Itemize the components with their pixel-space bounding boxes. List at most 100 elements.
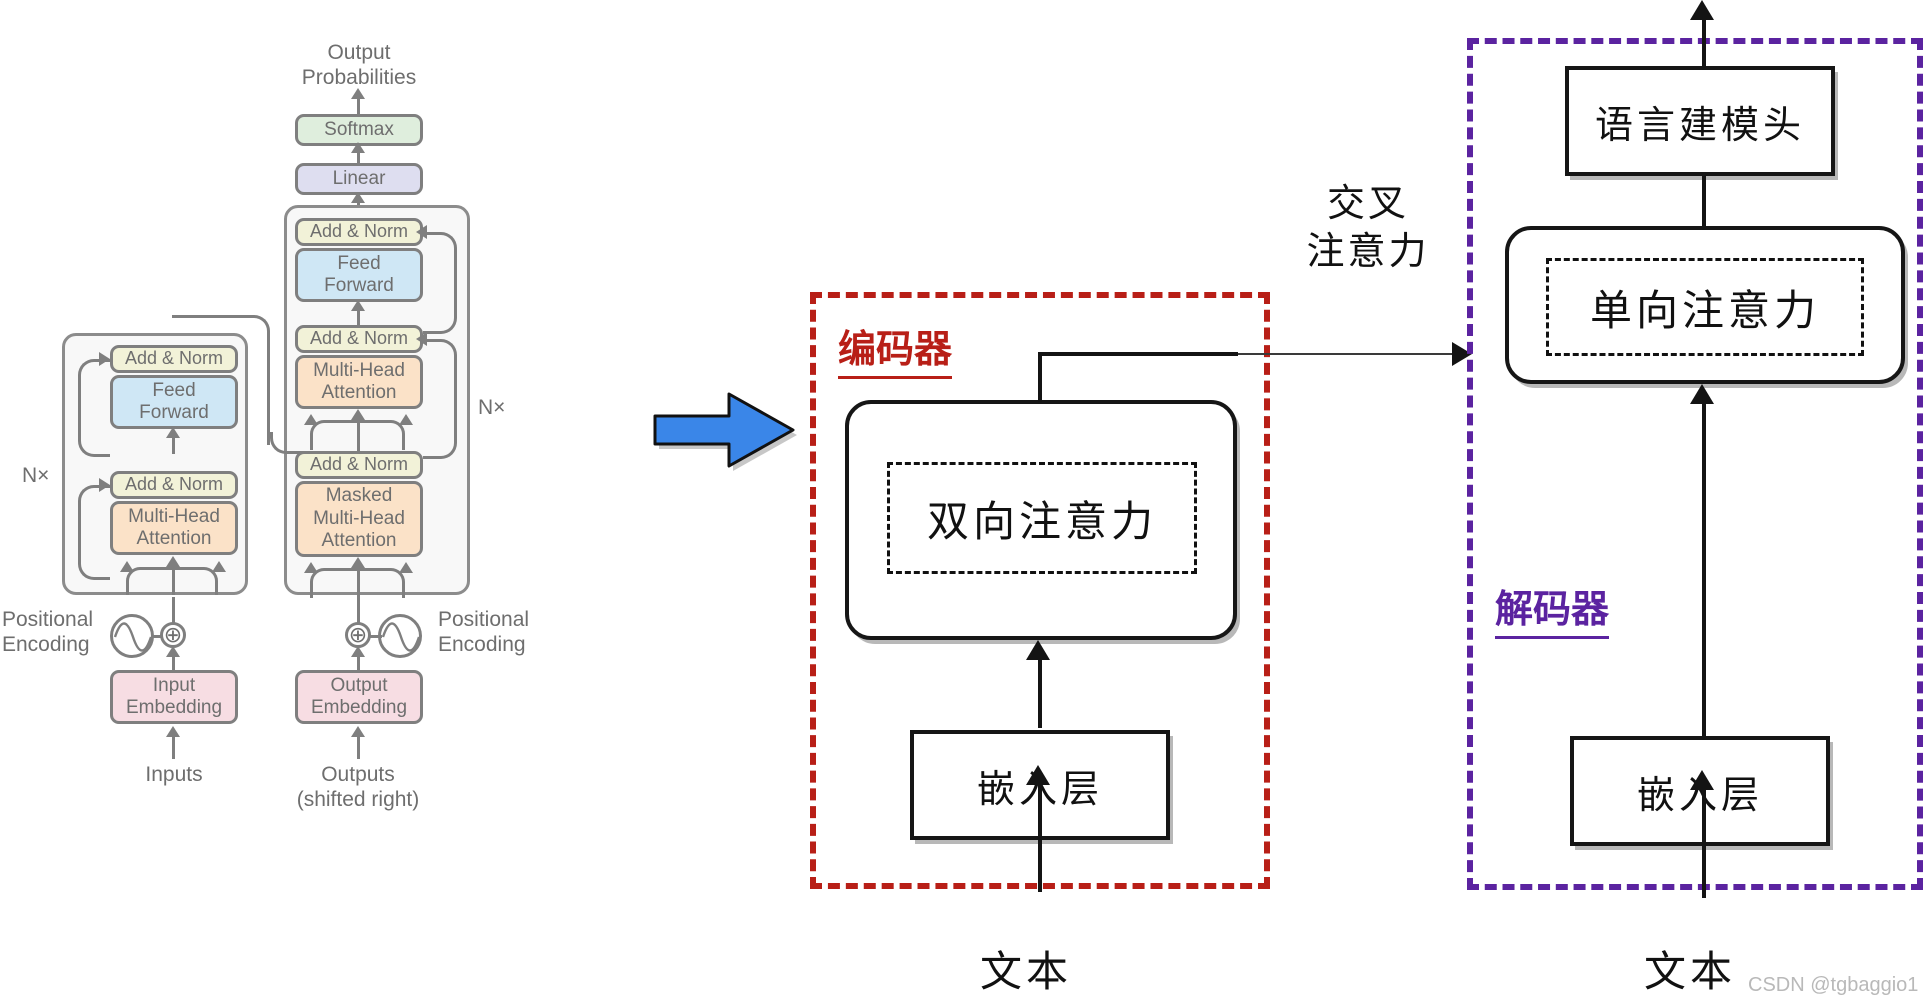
decoder-residual-bottom — [423, 339, 457, 459]
decoder-multi-head-attention: Multi-Head Attention — [295, 355, 423, 409]
encoder-to-decoder-crosslink — [172, 315, 270, 445]
positional-encoding-left-label: Positional Encoding — [2, 607, 112, 657]
output-emb-line2: Embedding — [310, 697, 408, 718]
encoder-region-title: 编码器 — [838, 318, 953, 379]
encoder-mha-arrow-center — [166, 556, 180, 567]
linear-box: Linear — [295, 163, 423, 195]
decoder-add-norm-mid-label: Add & Norm — [309, 328, 409, 349]
decoder-masked-arrow-left — [304, 562, 318, 573]
decoder-residual-bottom-arrow — [416, 332, 427, 346]
decoder-lmhead-out-arrow — [1690, 0, 1714, 20]
csdn-watermark-text: CSDN @tgbaggio1 — [1748, 974, 1919, 996]
decoder-embedding-block: 嵌入层 — [1570, 736, 1830, 846]
decoder-masked-input-right-path — [357, 568, 405, 598]
decoder-lm-head-block: 语言建模头 — [1565, 66, 1835, 176]
decoder-title-underline — [1495, 636, 1610, 639]
encoder-mha-arrow-right — [212, 561, 226, 572]
encoder-emb-to-attn-arrow — [1026, 640, 1050, 660]
decoder-emb-to-attn-line — [1702, 404, 1706, 736]
decoder-masked-attention: Masked Multi-Head Attention — [295, 481, 423, 557]
plus-glyph-left: ⊕ — [163, 622, 183, 647]
pe-left-up — [172, 597, 175, 623]
decoder-masked-line1: Masked — [325, 485, 393, 507]
encoder-title-underline — [838, 376, 953, 379]
decoder-ff-line2: Forward — [324, 275, 394, 296]
pe-left-line2: Encoding — [2, 633, 90, 657]
decoder-mha-arrow-left — [304, 414, 318, 425]
encoder-input-text-label: 文本 — [980, 938, 1072, 999]
cross-attention-line2: 注意力 — [1306, 228, 1430, 273]
encoder-region-title-text: 编码器 — [838, 327, 953, 371]
decoder-residual-top-arrow — [416, 225, 427, 239]
positional-encoding-right-label: Positional Encoding — [438, 607, 558, 657]
decoder-feed-forward: Feed Forward — [295, 248, 423, 302]
pe-right-up — [357, 597, 360, 623]
diagram-canvas: Output Probabilities Softmax Linear Add … — [0, 0, 1930, 1008]
decoder-nx-text: N× — [478, 396, 506, 419]
plus-glyph-right: ⊕ — [348, 622, 368, 647]
encoder-add-norm-bottom: Add & Norm — [110, 471, 238, 499]
decoder-stack-nx-label: N× — [478, 395, 505, 420]
decoder-text-to-emb-arrow — [1690, 770, 1714, 790]
decoder-add-norm-top: Add & Norm — [295, 218, 423, 246]
decoder-mha-arrow-right — [399, 414, 413, 425]
encoder-mha-arrow-left — [120, 561, 134, 572]
decoder-mha-line1: Multi-Head — [313, 359, 405, 381]
encoder-add-norm-bottom-label: Add & Norm — [124, 474, 224, 495]
sine-wave-icon-left — [110, 614, 154, 658]
decoder-input-text-label: 文本 — [1644, 938, 1736, 999]
decoder-arrowhead-1 — [351, 300, 365, 311]
decoder-add-norm-top-label: Add & Norm — [309, 221, 409, 242]
outputs-line1: Outputs — [321, 763, 395, 786]
decoder-mha-arrow-center — [351, 409, 365, 420]
decoder-region-title-text: 解码器 — [1495, 587, 1610, 631]
cross-attention-label: 交叉 注意力 — [1283, 180, 1453, 275]
encoder-input-text: 文本 — [980, 947, 1073, 996]
input-emb-line2: Embedding — [125, 697, 223, 718]
decoder-input-text: 文本 — [1644, 947, 1737, 996]
decoder-attention-inner-dashed: 单向注意力 — [1546, 258, 1864, 356]
encoder-text-to-emb-line — [1038, 780, 1042, 892]
decoder-lm-head-label: 语言建模头 — [1594, 102, 1805, 147]
sine-wave-icon-right — [378, 614, 422, 658]
pe-right-connector — [370, 635, 382, 638]
softmax-label: Softmax — [324, 118, 394, 140]
output-probabilities-line1: Output — [327, 41, 391, 64]
encoder-residual-top-arrow — [99, 352, 110, 366]
arrowhead-to-output — [351, 88, 365, 99]
decoder-add-norm-bottom: Add & Norm — [295, 451, 423, 479]
encoder-nx-text: N× — [22, 464, 50, 487]
decoder-add-norm-bottom-label: Add & Norm — [309, 454, 409, 475]
decoder-emb-to-attn-arrow — [1690, 384, 1714, 404]
outputs-arrowhead — [351, 726, 365, 737]
decoder-ff-line1: Feed — [337, 252, 381, 274]
decoder-masked-arrow-right — [399, 562, 413, 573]
cross-attn-top-run — [1038, 352, 1238, 356]
encoder-stack-nx-label: N× — [22, 463, 49, 488]
decoder-mha-input-right-path — [357, 420, 405, 450]
encoder-emb-to-attn-line — [1038, 660, 1042, 728]
cross-attn-riser — [1038, 352, 1042, 402]
add-positional-icon-right: ⊕ — [345, 622, 371, 648]
input-emb-arrowhead — [166, 646, 180, 657]
encoder-to-decoder-crosslink-2 — [270, 432, 360, 454]
inputs-label: Inputs — [112, 762, 236, 787]
encoder-residual-bottom-arrow — [99, 478, 110, 492]
arrowhead-stack-linear — [351, 192, 365, 203]
blue-transition-arrow — [652, 390, 797, 478]
encoder-residual-bottom — [78, 485, 110, 580]
inputs-text: Inputs — [145, 763, 203, 786]
decoder-masked-line3: Attention — [321, 530, 397, 552]
linear-label: Linear — [332, 167, 386, 189]
output-emb-arrowhead — [351, 646, 365, 657]
add-positional-icon-left: ⊕ — [160, 622, 186, 648]
cross-attn-horizontal-line — [1238, 353, 1460, 355]
decoder-attention-label: 单向注意力 — [1589, 285, 1820, 335]
pe-right-line2: Encoding — [438, 633, 526, 657]
inputs-arrowhead — [166, 726, 180, 737]
output-probabilities-line2: Probabilities — [301, 66, 417, 90]
outputs-label: Outputs (shifted right) — [275, 762, 441, 812]
decoder-text-to-emb-line — [1702, 784, 1706, 898]
decoder-attn-to-lmhead-line — [1702, 176, 1706, 226]
decoder-masked-line2: Multi-Head — [313, 507, 405, 529]
